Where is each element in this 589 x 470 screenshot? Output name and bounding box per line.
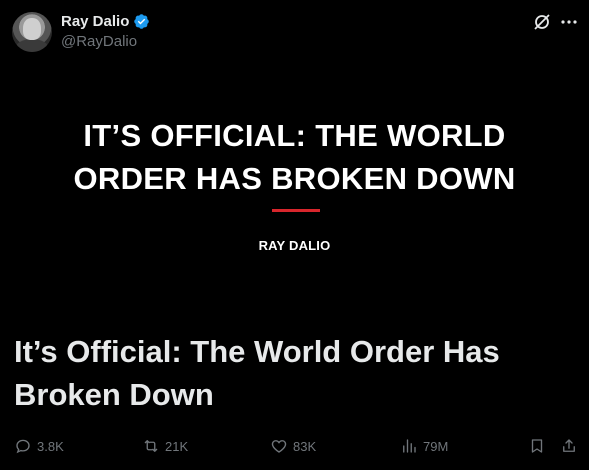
more-options-icon[interactable] bbox=[559, 12, 579, 32]
verified-badge-icon bbox=[133, 13, 150, 30]
repost-icon bbox=[144, 440, 158, 452]
card-title-line-2: ORDER HAS BROKEN DOWN bbox=[73, 161, 516, 196]
avatar-shoulders bbox=[15, 39, 49, 52]
like-button[interactable]: 83K bbox=[270, 434, 316, 458]
author-display-name[interactable]: Ray Dalio bbox=[61, 13, 129, 30]
card-accent-divider bbox=[272, 209, 320, 212]
headline-line-2: Broken Down bbox=[14, 377, 214, 412]
views-button[interactable]: 79M bbox=[400, 434, 448, 458]
link-card-image[interactable]: IT’S OFFICIAL: THE WORLD ORDER HAS BROKE… bbox=[0, 62, 589, 312]
grok-icon[interactable] bbox=[532, 12, 552, 32]
bookmark-button[interactable] bbox=[528, 434, 546, 458]
card-title-line-1: IT’S OFFICIAL: THE WORLD bbox=[83, 118, 506, 153]
card-author-label: RAY DALIO bbox=[258, 238, 331, 253]
card-title: IT’S OFFICIAL: THE WORLD ORDER HAS BROKE… bbox=[0, 114, 589, 200]
avatar-face bbox=[23, 18, 41, 40]
like-count: 83K bbox=[293, 438, 317, 454]
bookmark-icon bbox=[531, 439, 543, 453]
analytics-icon bbox=[403, 439, 416, 453]
reply-icon bbox=[16, 439, 30, 454]
avatar[interactable] bbox=[12, 12, 52, 52]
post-header: Ray Dalio @RayDalio bbox=[0, 0, 589, 62]
repost-count: 21K bbox=[165, 438, 189, 454]
share-button[interactable] bbox=[560, 434, 578, 458]
author-name-row: Ray Dalio bbox=[61, 13, 150, 30]
reply-button[interactable]: 3.8K bbox=[14, 434, 64, 458]
card-headline-link[interactable]: It’s Official: The World Order Has Broke… bbox=[14, 330, 579, 416]
post-action-bar: 3.8K 21K 83K 79M bbox=[0, 434, 589, 460]
views-count: 79M bbox=[423, 438, 449, 454]
share-icon bbox=[563, 439, 575, 452]
repost-button[interactable]: 21K bbox=[142, 434, 188, 458]
author-handle[interactable]: @RayDalio bbox=[61, 33, 137, 50]
headline-line-1: It’s Official: The World Order Has bbox=[14, 334, 500, 369]
heart-icon bbox=[271, 440, 287, 453]
reply-count: 3.8K bbox=[37, 438, 64, 454]
